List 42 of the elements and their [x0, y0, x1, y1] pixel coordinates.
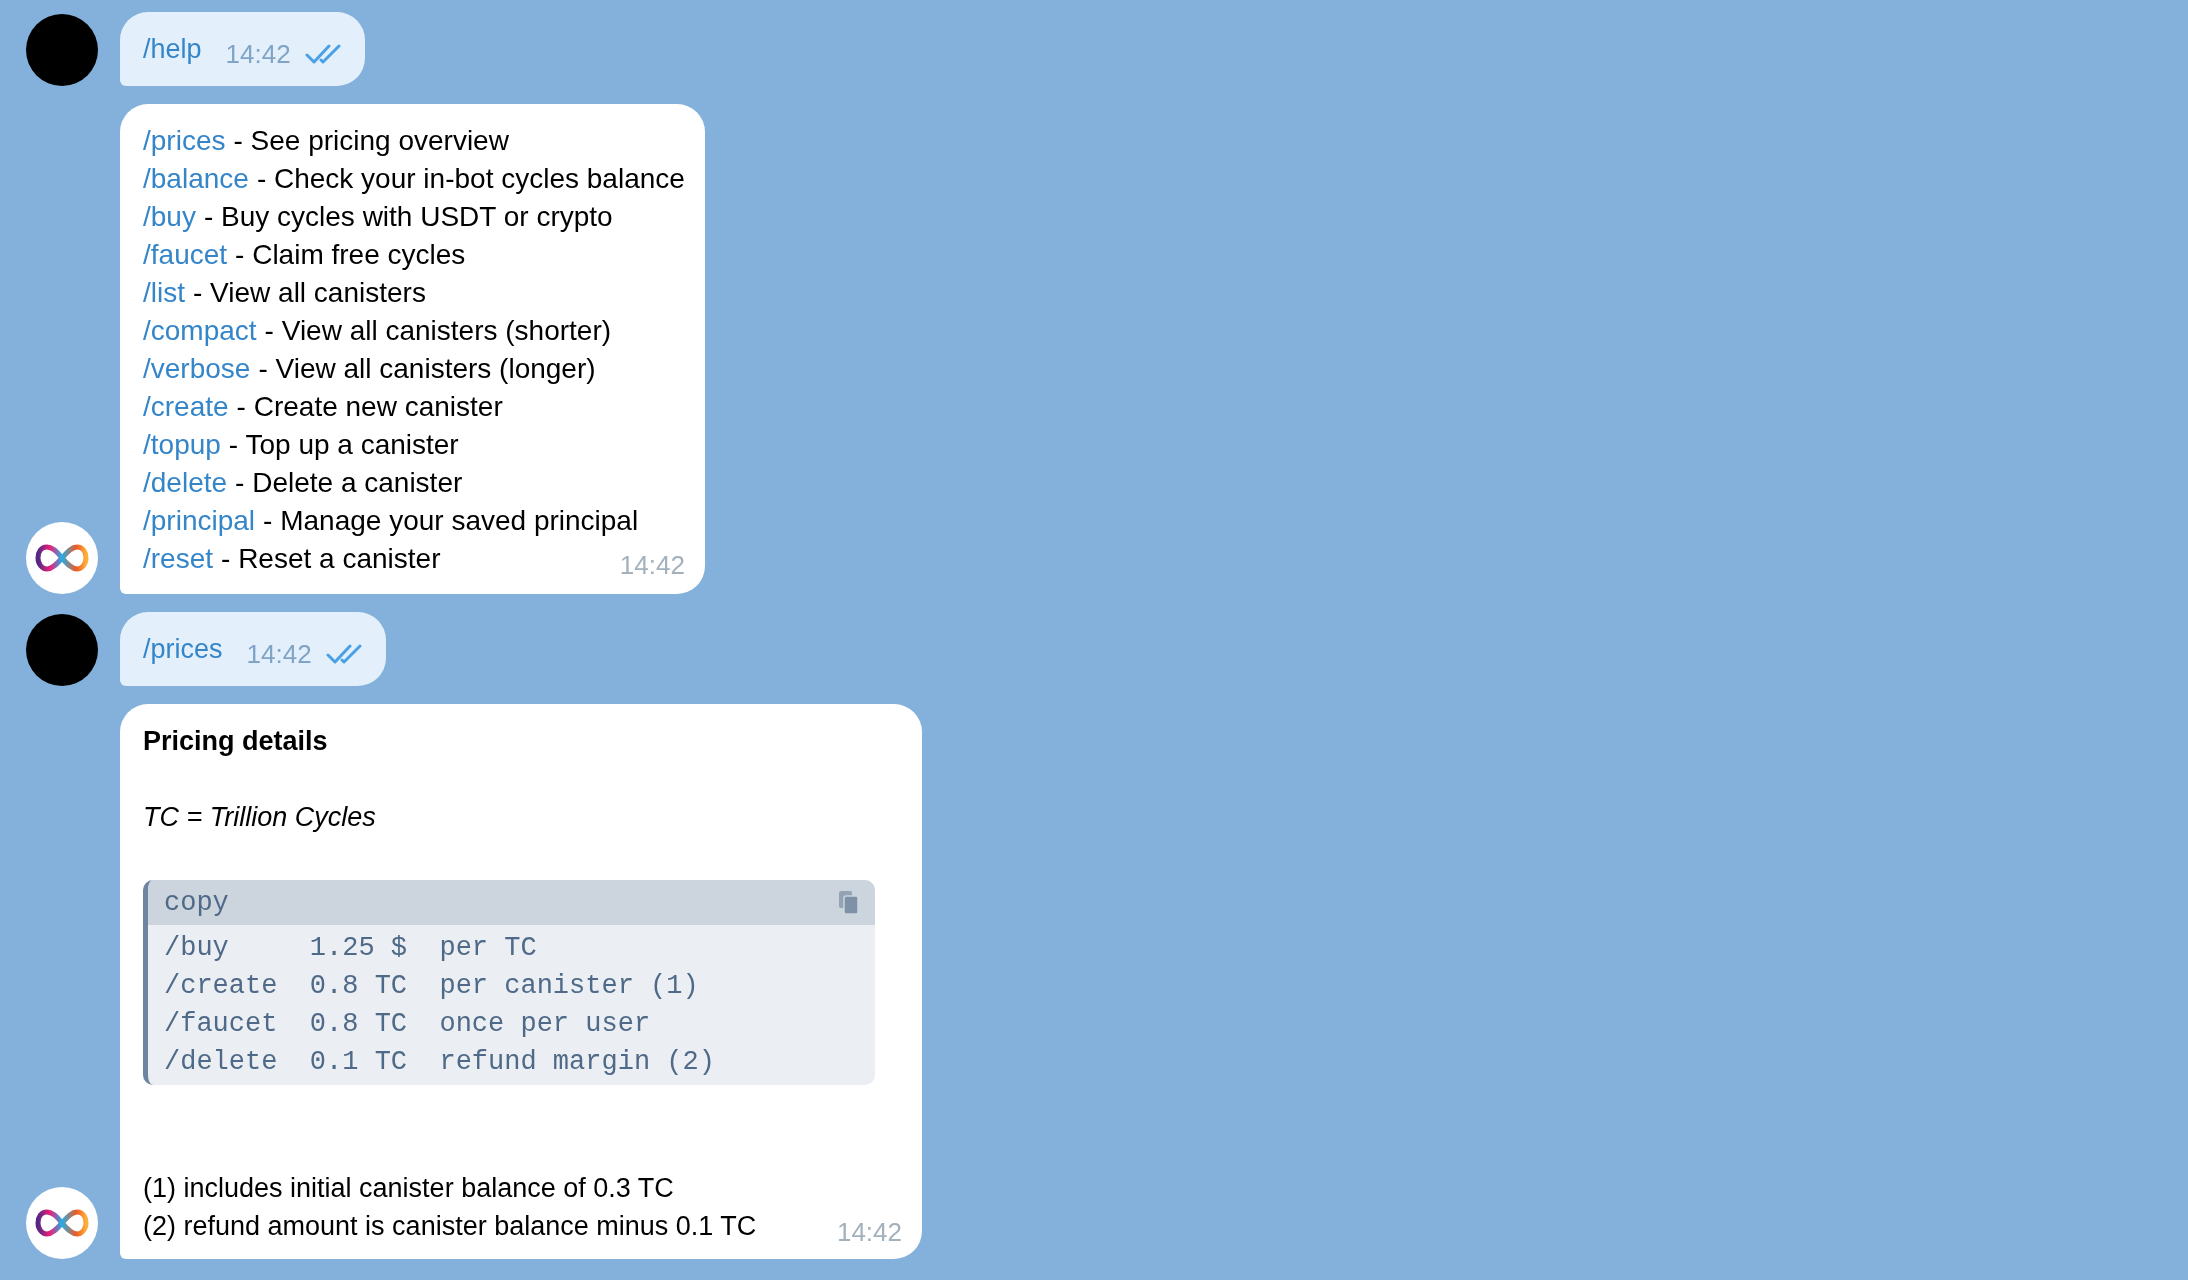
- command-description: - View all canisters (shorter): [264, 315, 612, 346]
- command-link[interactable]: /topup: [143, 429, 221, 460]
- command-link[interactable]: /buy: [143, 201, 196, 232]
- command-link[interactable]: /create: [143, 391, 229, 422]
- command-link[interactable]: /list: [143, 277, 185, 308]
- command-link[interactable]: /compact: [143, 315, 257, 346]
- code-line: /create 0.8 TC per canister (1): [164, 970, 700, 1003]
- command-link[interactable]: /prices: [143, 125, 226, 156]
- command-link[interactable]: /help: [143, 28, 202, 70]
- command-description: - View all canisters: [193, 277, 426, 308]
- code-line: /faucet 0.8 TC once per user: [164, 1008, 652, 1041]
- message-time: 14:42: [246, 637, 312, 671]
- message-subtitle: TC = Trillion Cycles: [143, 801, 377, 834]
- code-line: /delete 0.1 TC refund margin (2): [164, 1046, 716, 1079]
- command-description: - Manage your saved principal: [263, 505, 639, 536]
- message-title: Pricing details: [143, 725, 329, 758]
- command-link[interactable]: /principal: [143, 505, 256, 536]
- footnote: (1) includes initial canister balance of 0.3 TC: [143, 1172, 674, 1205]
- command-link[interactable]: /verbose: [143, 353, 251, 384]
- infinity-logo-icon: [35, 1208, 89, 1238]
- command-description: - Top up a canister: [228, 429, 459, 460]
- command-description: - See pricing overview: [233, 125, 509, 156]
- footnote: (2) refund amount is canister balance minus 0.1 TC: [143, 1210, 757, 1243]
- command-link[interactable]: /delete: [143, 467, 228, 498]
- command-link[interactable]: /balance: [143, 163, 249, 194]
- infinity-logo-icon: [35, 543, 89, 573]
- copy-icon[interactable]: [839, 890, 859, 915]
- command-description: - Create new canister: [236, 391, 503, 422]
- code-language-label: copy: [164, 886, 229, 920]
- command-description: - View all canisters (longer): [258, 353, 596, 384]
- command-link[interactable]: /reset: [143, 543, 214, 574]
- command-description: - Check your in-bot cycles balance: [256, 163, 685, 194]
- command-description: - Reset a canister: [221, 543, 441, 574]
- message-time: 14:42: [619, 549, 685, 582]
- command-description: - Claim free cycles: [235, 239, 466, 270]
- command-description: - Buy cycles with USDT or crypto: [203, 201, 613, 232]
- message-time: 14:42: [225, 37, 291, 71]
- code-line: /buy 1.25 $ per TC: [164, 932, 538, 965]
- command-link[interactable]: /prices: [143, 628, 223, 670]
- command-link[interactable]: /faucet: [143, 239, 228, 270]
- message-time: 14:42: [836, 1216, 902, 1249]
- command-description: - Delete a canister: [235, 467, 463, 498]
